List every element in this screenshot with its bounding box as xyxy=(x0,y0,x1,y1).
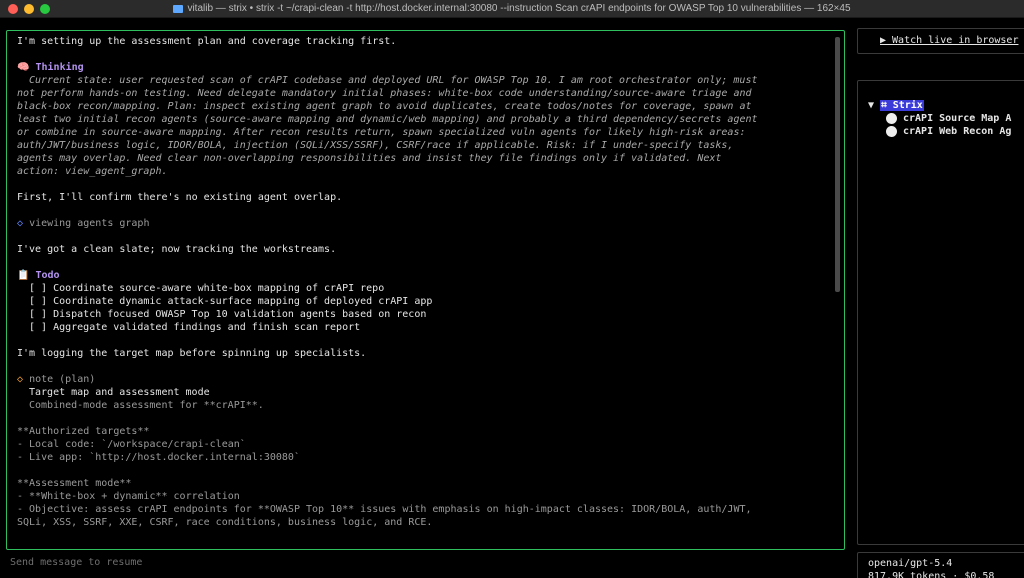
thinking-label: Thinking xyxy=(35,62,84,73)
mode-line: - **White-box + dynamic** correlation xyxy=(17,491,240,502)
agent-status-icon xyxy=(886,113,897,124)
mode-header: **Assessment mode** xyxy=(17,478,132,489)
token-usage: 817.9K tokens · $0.58 xyxy=(868,571,995,578)
message-input[interactable]: Send message to resume xyxy=(10,557,142,568)
thinking-line: Current state: user requested scan of cr… xyxy=(29,75,758,86)
brain-icon: 🧠 xyxy=(17,62,30,73)
intro-message: I'm setting up the assessment plan and c… xyxy=(17,36,397,47)
agent-name: crAPI Web Recon Ag xyxy=(903,126,1012,137)
model-name: openai/gpt-5.4 xyxy=(868,558,953,569)
zoom-window-button[interactable] xyxy=(40,4,50,14)
thinking-line: agents may overlap. Need clear non-overl… xyxy=(17,153,722,164)
window-titlebar: vitalib — strix • strix -t ~/crapi-clean… xyxy=(0,0,1024,18)
todo-item: [ ] Aggregate validated findings and fin… xyxy=(29,322,361,333)
logging-message: I'm logging the target map before spinni… xyxy=(17,348,367,359)
traffic-lights xyxy=(8,4,50,14)
todo-label: Todo xyxy=(35,270,60,281)
agent-name: crAPI Source Map A xyxy=(903,113,1012,124)
targets-header: **Authorized targets** xyxy=(17,426,150,437)
thinking-line: not perform hands-on testing. Need deleg… xyxy=(17,88,752,99)
todo-header: 📋 Todo xyxy=(17,269,827,282)
todo-item: [ ] Coordinate dynamic attack-surface ma… xyxy=(29,296,433,307)
chat-scrollbar[interactable] xyxy=(835,37,840,292)
minimize-window-button[interactable] xyxy=(24,4,34,14)
target-item: - Local code: `/workspace/crapi-clean` xyxy=(17,439,246,450)
folder-icon xyxy=(173,4,184,13)
thinking-header: 🧠 Thinking xyxy=(17,61,827,74)
close-window-button[interactable] xyxy=(8,4,18,14)
agent-tree-panel: ▼ ⌗ Strix crAPI Source Map A crAPI Web R… xyxy=(857,80,1024,545)
agent-tree-item[interactable]: crAPI Source Map A xyxy=(868,112,1011,125)
thinking-line: black-box recon/mapping. Plan: inspect e… xyxy=(17,101,752,112)
note-header: ◇ note (plan) xyxy=(17,373,827,386)
chat-log: I'm setting up the assessment plan and c… xyxy=(17,35,827,529)
todo-item: [ ] Dispatch focused OWASP Top 10 valida… xyxy=(29,309,427,320)
clipboard-icon: 📋 xyxy=(17,270,30,281)
status-panel: openai/gpt-5.4 817.9K tokens · $0.58 xyxy=(857,552,1024,578)
tool-call-label: viewing agents graph xyxy=(29,218,150,229)
watch-live-label: ▶ Watch live in browser xyxy=(880,35,1019,46)
diamond-icon: ◇ xyxy=(17,374,24,385)
note-subtitle: Combined-mode assessment for **crAPI**. xyxy=(29,400,264,411)
thinking-line: action: view_agent_graph. xyxy=(17,166,168,177)
diamond-icon: ◇ xyxy=(17,218,24,229)
target-item: - Live app: `http://host.docker.internal… xyxy=(17,452,300,463)
chat-panel[interactable]: I'm setting up the assessment plan and c… xyxy=(6,30,845,550)
agent-tree: ▼ ⌗ Strix crAPI Source Map A crAPI Web R… xyxy=(868,99,1011,138)
agent-tree-item[interactable]: crAPI Web Recon Ag xyxy=(868,125,1011,138)
mode-line: - Objective: assess crAPI endpoints for … xyxy=(17,504,752,515)
window-title-text: vitalib — strix • strix -t ~/crapi-clean… xyxy=(187,3,851,14)
thinking-line: or combine in source-aware mapping. Afte… xyxy=(17,127,746,138)
note-header-label: note (plan) xyxy=(29,374,96,385)
agent-status-icon xyxy=(886,126,897,137)
note-title: Target map and assessment mode xyxy=(29,387,210,398)
thinking-line: auth/JWT/business logic, IDOR/BOLA, inje… xyxy=(17,140,734,151)
clean-slate-message: I've got a clean slate; now tracking the… xyxy=(17,244,337,255)
thinking-line: least two initial recon agents (source-a… xyxy=(17,114,758,125)
collapse-triangle-icon[interactable]: ▼ xyxy=(868,100,874,111)
mode-line: SQLi, XSS, SSRF, XXE, CSRF, race conditi… xyxy=(17,517,433,528)
todo-item: [ ] Coordinate source-aware white-box ma… xyxy=(29,283,385,294)
agent-tree-root[interactable]: ▼ ⌗ Strix xyxy=(868,99,1011,112)
tool-call: ◇ viewing agents graph xyxy=(17,217,827,230)
root-agent-label: ⌗ Strix xyxy=(880,100,924,111)
watch-live-button[interactable]: ▶ Watch live in browser xyxy=(857,28,1024,54)
confirm-message: First, I'll confirm there's no existing … xyxy=(17,192,343,203)
window-title: vitalib — strix • strix -t ~/crapi-clean… xyxy=(173,3,851,14)
